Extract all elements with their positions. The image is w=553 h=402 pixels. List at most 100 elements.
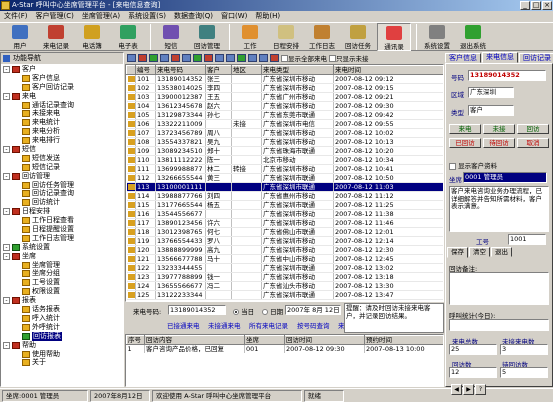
table-row[interactable]: 111 13699988877 林二 转接 广东省深圳市移动 2007-08-12 10:… [126, 164, 443, 174]
detail-type-select[interactable]: 客户 [468, 105, 514, 116]
grid-tool-icon-7[interactable] [204, 53, 213, 62]
expand-icon[interactable]: - [3, 252, 10, 260]
status-button-2[interactable]: 回访 [517, 124, 549, 134]
detail-memo[interactable]: 客户来电咨询业务办理流程，已详细解答并告知所需材料，客户表示满意。 [449, 186, 549, 232]
tree-node[interactable]: 日程提醒设置 [1, 225, 123, 234]
table-row[interactable]: 116 13544556677 广东省深圳市移动 2007-08-12 11:38 [126, 209, 443, 219]
table-row[interactable]: 117 13890123456 许六 广东省深圳市移动 2007-08-12 11:46 [126, 218, 443, 228]
status-button-1[interactable]: 未接 [483, 124, 515, 134]
tree-node[interactable]: 回访报表 [1, 331, 123, 341]
tree-node[interactable]: 回访统计 [1, 198, 123, 207]
tree-node[interactable]: 使用帮助 [1, 350, 123, 359]
missed-only-checkbox[interactable]: 只显示未接 [329, 53, 369, 63]
column-header[interactable]: 回访内容 [144, 335, 245, 345]
tree-node[interactable]: - 回访管理 [1, 172, 123, 181]
table-row[interactable]: 108 13554337821 吴九 广东省深圳市移动 2007-08-12 10:13 [126, 137, 443, 147]
toolbar-button-0[interactable]: 用户 [3, 23, 37, 51]
call-link-2[interactable]: 所有来电记录 [249, 320, 288, 330]
tree-node[interactable]: 客户信息 [1, 74, 123, 83]
expand-icon[interactable]: - [3, 341, 10, 349]
tree-node[interactable]: 短信发送 [1, 154, 123, 163]
tree-node[interactable]: 工号设置 [1, 278, 123, 287]
tree-node[interactable]: - 报表 [1, 296, 123, 305]
maximize-button[interactable]: □ [531, 1, 541, 10]
detail-phone-input[interactable]: 13189014352 [468, 70, 546, 81]
menu-item-5[interactable]: 窗口(W) [217, 11, 251, 22]
grid-tool-icon-8[interactable] [215, 53, 224, 62]
expand-icon[interactable]: - [3, 297, 10, 305]
tree-node[interactable]: 坐席管理 [1, 261, 123, 270]
bottom-tab-1[interactable]: ▶ [463, 384, 474, 395]
toolbar-button-6[interactable]: 工作 [233, 23, 267, 51]
tree-node[interactable]: 短信记录 [1, 163, 123, 172]
agent-no-input[interactable]: 1001 [508, 234, 546, 245]
toolbar-button-12[interactable]: 退出系统 [456, 23, 490, 51]
column-header[interactable]: 坐席 [244, 335, 285, 345]
expand-icon[interactable]: - [3, 208, 10, 216]
grid-tool-icon-9[interactable] [226, 53, 235, 62]
action-button-2[interactable]: 取消 [517, 138, 549, 148]
subtab-2[interactable]: 退出 [491, 247, 512, 257]
tree-node[interactable]: 外呼统计 [1, 323, 123, 332]
table-row[interactable]: 119 13766554433 罗八 广东省深圳市移动 2007-08-12 12:14 [126, 236, 443, 246]
column-header[interactable]: 回访时间 [284, 335, 365, 345]
menu-item-0[interactable]: 文件(F) [0, 11, 32, 22]
status-button-0[interactable]: 来电 [449, 124, 481, 134]
grid-tool-icon-12[interactable] [259, 53, 268, 62]
column-header[interactable] [126, 65, 136, 75]
detail-tab-2[interactable]: 回访记录 [519, 53, 553, 63]
column-header[interactable]: 来电类型 [261, 65, 334, 75]
table-row[interactable]: 122 13233344455 广东省深圳市联通 2007-08-12 13:02 [126, 263, 443, 273]
menu-item-2[interactable]: 坐席管理(A) [78, 11, 124, 22]
table-row[interactable]: 102 13538014025 李四 广东省深圳市移动 2007-08-12 09:15 [126, 83, 443, 93]
table-row[interactable]: 107 13723456789 周八 广东省深圳市移动 2007-08-12 10:02 [126, 128, 443, 138]
subtab-0[interactable]: 保存 [447, 247, 468, 258]
grid-tool-icon-13[interactable] [270, 53, 279, 62]
bottom-tab-0[interactable]: ◀ [451, 384, 462, 395]
table-row[interactable]: 106 13322211009 未接 广东省深圳市电信 2007-08-12 09:55 [126, 119, 443, 129]
tree-node[interactable]: 呼入统计 [1, 314, 123, 323]
table-row[interactable]: 101 13189014352 张三 广东省深圳市移动 2007-08-12 09:12 [126, 74, 443, 84]
bottom-tab-2[interactable]: ? [475, 384, 486, 395]
notes-memo[interactable] [449, 272, 549, 305]
grid-tool-icon-1[interactable] [138, 53, 147, 62]
tree-node[interactable]: 来电排行 [1, 136, 123, 145]
expand-icon[interactable]: - [3, 243, 10, 251]
column-header[interactable]: 客户 [205, 65, 232, 75]
radio-today[interactable]: 当日 [233, 306, 254, 316]
call-link-1[interactable]: 未接通来电 [208, 320, 241, 330]
tree-node[interactable]: 未接来电 [1, 109, 123, 118]
column-header[interactable]: 来电时间 [333, 65, 443, 75]
toolbar-button-3[interactable]: 电子表 [111, 23, 145, 51]
action-button-1[interactable]: 待回访 [483, 138, 515, 148]
menu-item-3[interactable]: 系统设置(S) [124, 11, 170, 22]
column-header[interactable]: 来电号码 [155, 65, 206, 75]
phone-input[interactable]: 13189014352 [168, 305, 226, 315]
tree-node[interactable]: 话务报表 [1, 305, 123, 314]
agent-select[interactable]: 0001 管理员 [463, 172, 547, 183]
table-row[interactable]: 120 13888899999 高九 广东省深圳市移动 2007-08-12 12:30 [126, 245, 443, 255]
tree-node[interactable]: 回访记录查询 [1, 189, 123, 198]
column-header[interactable]: 序号 [126, 335, 145, 345]
table-row[interactable]: 121 13566677788 马十 广东省中山市移动 2007-08-12 12:45 [126, 254, 443, 264]
toolbar-button-5[interactable]: 回访管理 [190, 23, 224, 51]
toolbar-button-9[interactable]: 回访任务 [341, 23, 375, 51]
tree-node[interactable]: - 系统设置 [1, 243, 123, 252]
table-row[interactable]: 105 13129873344 孙七 广东省东莞市联通 2007-08-12 09:42 [126, 110, 443, 120]
grid-tool-icon-2[interactable] [149, 53, 158, 62]
toolbar-button-7[interactable]: 日程安排 [269, 23, 303, 51]
expand-icon[interactable]: - [3, 146, 10, 154]
table-row[interactable]: 115 13177665544 杨五 广东省深圳市联通 2007-08-12 11:25 [126, 200, 443, 210]
menu-item-6[interactable]: 帮助(H) [251, 11, 284, 22]
detail-tab-1[interactable]: 来电信息 [482, 52, 518, 63]
call-link-0[interactable]: 已接通来电 [167, 320, 200, 330]
expand-icon[interactable]: - [3, 92, 10, 100]
show-all-checkbox[interactable]: 显示全部来电 [281, 53, 327, 63]
grid-tool-icon-0[interactable] [127, 53, 136, 62]
grid-tool-icon-11[interactable] [248, 53, 257, 62]
toolbar-button-10[interactable]: 通讯录 [377, 23, 411, 51]
column-header[interactable]: 地区 [231, 65, 262, 75]
table-row[interactable]: 118 13012398765 何七 广东省佛山市联通 2007-08-12 12:01 [126, 227, 443, 237]
action-button-0[interactable]: 已回访 [449, 138, 481, 148]
date-picker[interactable]: 2007年 8月 12日 [285, 305, 341, 315]
